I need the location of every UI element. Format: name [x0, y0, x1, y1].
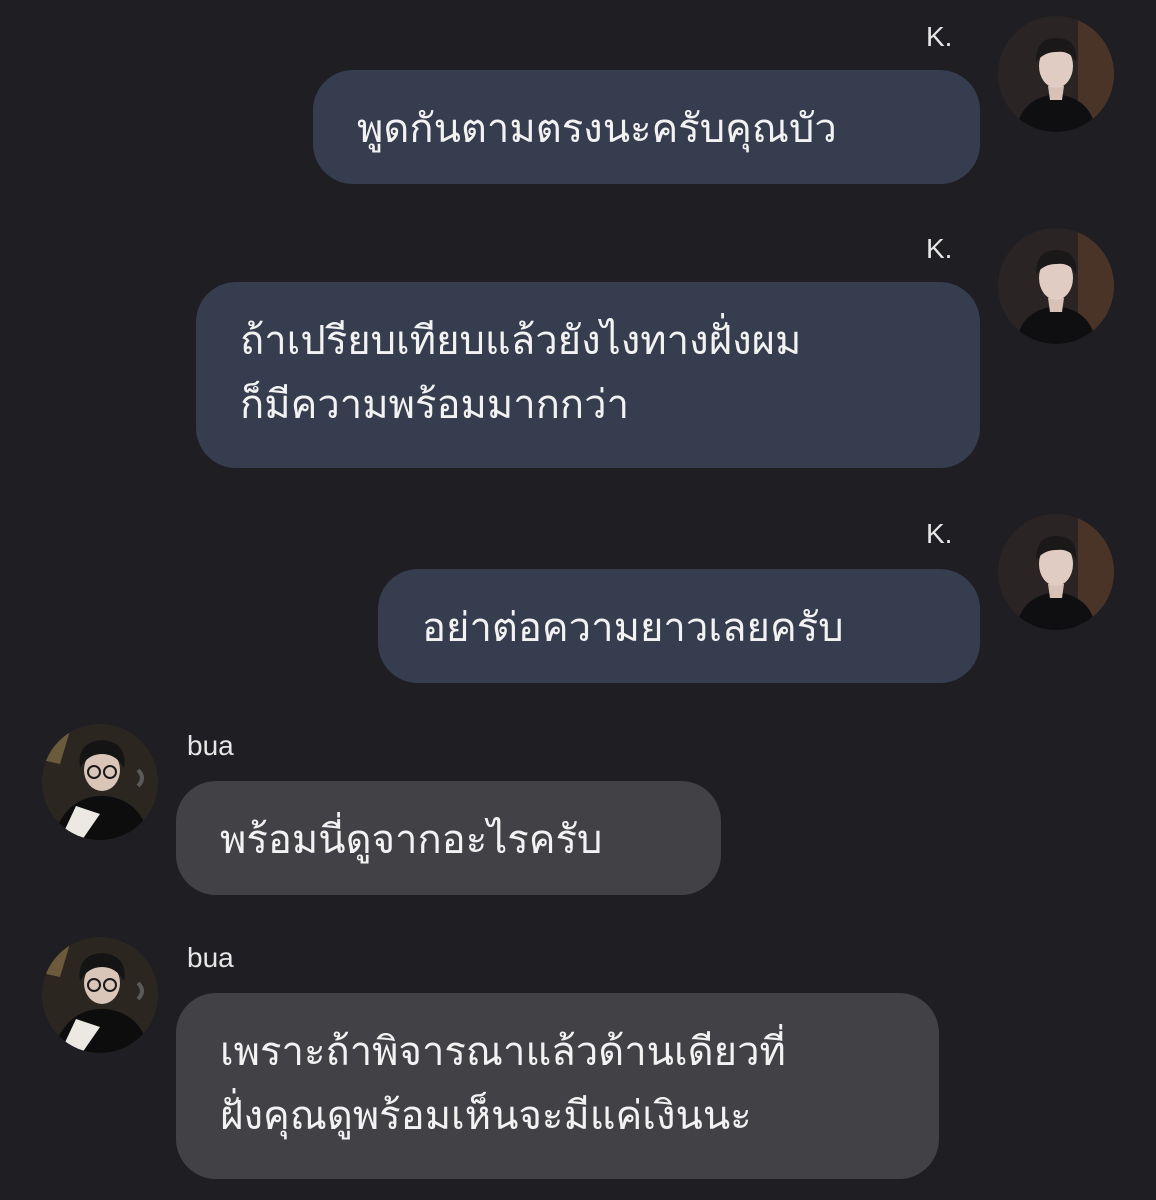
user-avatar-icon[interactable] [998, 514, 1114, 630]
sender-name: bua [187, 942, 234, 973]
message-bubble: พูดกันตามตรงนะครับคุณบัว [313, 70, 980, 184]
sender-name: bua [187, 730, 234, 761]
sender-name: K. [926, 21, 953, 52]
user-avatar-icon[interactable] [42, 724, 158, 840]
chat-thread: K. พูดกันตามตรงนะครับคุณบัว K. ถ้าเปรียบ… [0, 0, 1156, 1200]
message-bubble: อย่าต่อความยาวเลยครับ [378, 569, 980, 683]
user-avatar-icon[interactable] [42, 937, 158, 1053]
message-bubble: พร้อมนี่ดูจากอะไรครับ [176, 781, 721, 895]
user-avatar-icon[interactable] [998, 16, 1114, 132]
message-bubble: เพราะถ้าพิจารณาแล้วด้านเดียวที่ ฝั่งคุณด… [176, 993, 939, 1179]
user-avatar-icon[interactable] [998, 228, 1114, 344]
sender-name: K. [926, 518, 953, 549]
message-bubble: ถ้าเปรียบเทียบแล้วยังไงทางฝั่งผม ก็มีควา… [196, 282, 980, 468]
sender-name: K. [926, 233, 953, 264]
